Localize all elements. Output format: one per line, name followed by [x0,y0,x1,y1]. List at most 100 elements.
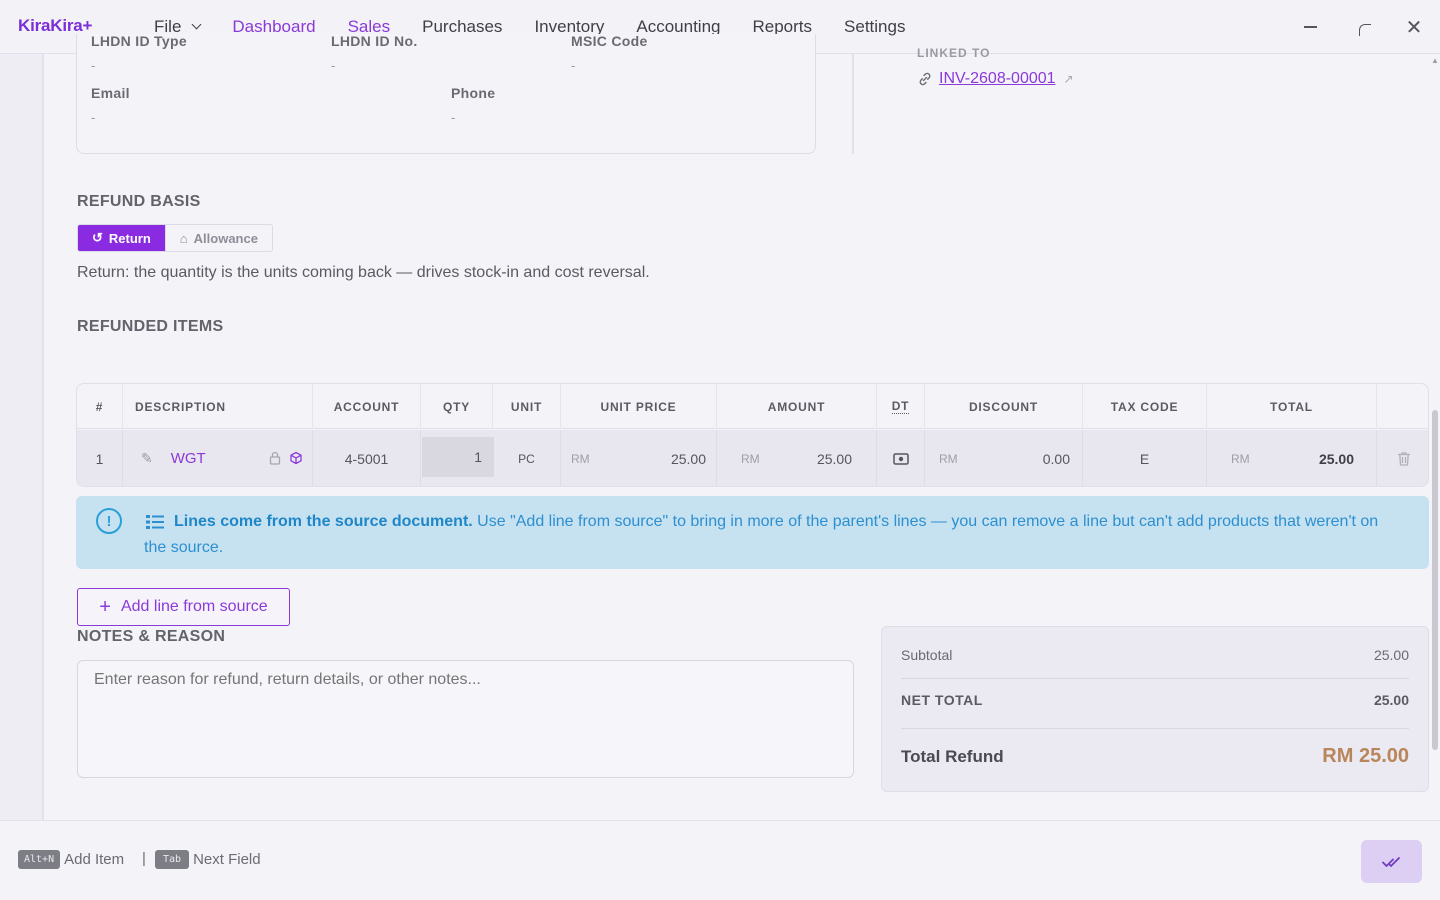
col-description: DESCRIPTION [123,384,313,429]
linked-invoice-link[interactable]: INV-2608-00001 [939,70,1056,88]
add-item-hint: Alt+N Add Item [18,850,124,869]
lhdn-id-no-label: LHDN ID No. [331,33,418,49]
row-qty-input[interactable]: 1 [422,437,494,477]
row-tax-code[interactable]: E [1083,430,1207,486]
refunded-items-table: # DESCRIPTION ACCOUNT QTY UNIT UNIT PRIC… [76,383,1429,487]
net-total-row: NET TOTAL 25.00 [901,692,1409,708]
row-discount[interactable]: RM 0.00 [925,430,1083,486]
menu-settings[interactable]: Settings [844,0,905,54]
row-discount-value: 0.00 [1042,450,1070,467]
add-item-key: Alt+N [18,850,61,869]
minimize-button[interactable] [1300,17,1320,37]
refund-basis-allowance-label: Allowance [193,230,258,246]
subtotal-value: 25.00 [1373,647,1409,663]
linked-invoice: INV-2608-00001 ↗ [917,70,1074,88]
refund-basis-hint: Return: the quantity is the units coming… [77,264,650,281]
refund-basis-return-label: Return [108,230,151,246]
refund-basis-allowance[interactable]: ⌂ Allowance [164,225,272,251]
edit-icon[interactable]: ✎ [141,450,153,467]
divider [901,678,1409,679]
row-unit[interactable]: PC [493,430,561,486]
refund-basis-title: REFUND BASIS [77,193,201,210]
email-label: Email [91,85,130,101]
app-logo: KiraKira+ [18,16,93,35]
lhdn-id-type-label: LHDN ID Type [91,33,187,49]
row-amount: RM 25.00 [717,430,877,486]
next-field-hint: Tab Next Field [155,850,261,869]
msic-code-label: MSIC Code [571,33,648,49]
subtotal-row: Subtotal 25.00 [901,647,1409,663]
left-rail [0,54,44,820]
subtotal-label: Subtotal [901,647,953,663]
hint-separator: | [142,850,146,867]
msic-code-value: - [571,58,576,73]
col-amount: AMOUNT [717,384,877,429]
cash-icon [892,452,909,465]
chevron-down-icon [191,19,202,30]
total-refund-row: Total Refund RM 25.00 [901,745,1409,768]
col-number: # [77,384,123,429]
row-description: ✎ WGT [123,430,313,486]
table-header: # DESCRIPTION ACCOUNT QTY UNIT UNIT PRIC… [77,384,1428,429]
shortcut-bar: Alt+N Add Item | Tab Next Field [0,820,1440,900]
notes-textarea[interactable] [77,660,854,778]
col-account: ACCOUNT [313,384,421,429]
next-field-key: Tab [155,850,190,869]
maximize-button[interactable] [1353,17,1373,37]
row-total: RM 25.00 [1207,430,1377,486]
banner-text: Lines come from the source document. Use… [144,509,1394,561]
row-total-value: 25.00 [1318,450,1354,467]
info-icon: ! [96,508,122,534]
row-account[interactable]: 4-5001 [313,430,421,486]
scroll-up-icon[interactable]: ▲ [1431,56,1439,65]
external-link-icon[interactable]: ↗ [1064,72,1074,86]
col-actions [1377,384,1428,429]
col-unit: UNIT [493,384,561,429]
currency-label: RM [571,451,590,466]
table-row: 1 ✎ WGT 4-5001 1 PC RM 25.00 RM 25.00 RM… [77,430,1428,486]
currency-label: RM [741,451,760,466]
trash-icon [1397,451,1410,466]
refund-basis-toggle: ↺ Return ⌂ Allowance [77,224,273,252]
next-field-label: Next Field [193,851,261,868]
currency-label: RM [1231,451,1250,466]
add-line-from-source-label: Add line from source [120,598,268,615]
col-qty: QTY [421,384,493,429]
source-lines-info-banner: ! Lines come from the source document. U… [76,496,1429,569]
notes-reason-title: NOTES & REASON [77,628,226,645]
customer-details-card: LHDN ID Type - LHDN ID No. - MSIC Code -… [76,33,816,154]
col-unit-price: UNIT PRICE [561,384,717,429]
undo-icon: ↺ [92,230,103,245]
lhdn-id-no-value: - [331,58,336,73]
col-dt-label: DT [891,399,910,414]
lock-icon [269,451,281,465]
scrollbar-thumb[interactable] [1432,410,1438,750]
total-refund-label: Total Refund [901,746,1004,766]
row-dt[interactable] [877,430,925,486]
main-content: LHDN ID Type - LHDN ID No. - MSIC Code -… [44,33,1440,820]
delete-row-button[interactable] [1377,430,1428,486]
row-description-text[interactable]: WGT [171,450,206,467]
linked-to-label: LINKED TO [917,46,991,60]
confirm-button[interactable] [1361,840,1422,883]
row-unit-price[interactable]: RM 25.00 [561,430,717,486]
totals-panel: Subtotal 25.00 NET TOTAL 25.00 Total Ref… [881,626,1429,792]
add-item-label: Add Item [64,851,125,868]
divider [901,728,1409,729]
add-line-from-source-button[interactable]: + Add line from source [77,588,290,626]
col-discount: DISCOUNT [925,384,1083,429]
link-icon [919,72,931,86]
lhdn-id-type-value: - [91,58,96,73]
close-button[interactable]: ✕ [1404,16,1424,39]
banner-bold-text: Lines come from the source document. [174,513,473,530]
row-number: 1 [77,430,123,486]
tag-icon: ⌂ [179,230,188,246]
col-tax-code: TAX CODE [1083,384,1207,429]
column-divider [852,54,854,154]
row-unit-price-value: 25.00 [670,450,706,467]
refund-basis-return[interactable]: ↺ Return [78,225,165,251]
email-value: - [91,110,96,125]
net-total-value: 25.00 [1373,692,1409,708]
close-icon: ✕ [1405,16,1423,39]
phone-label: Phone [451,85,496,101]
